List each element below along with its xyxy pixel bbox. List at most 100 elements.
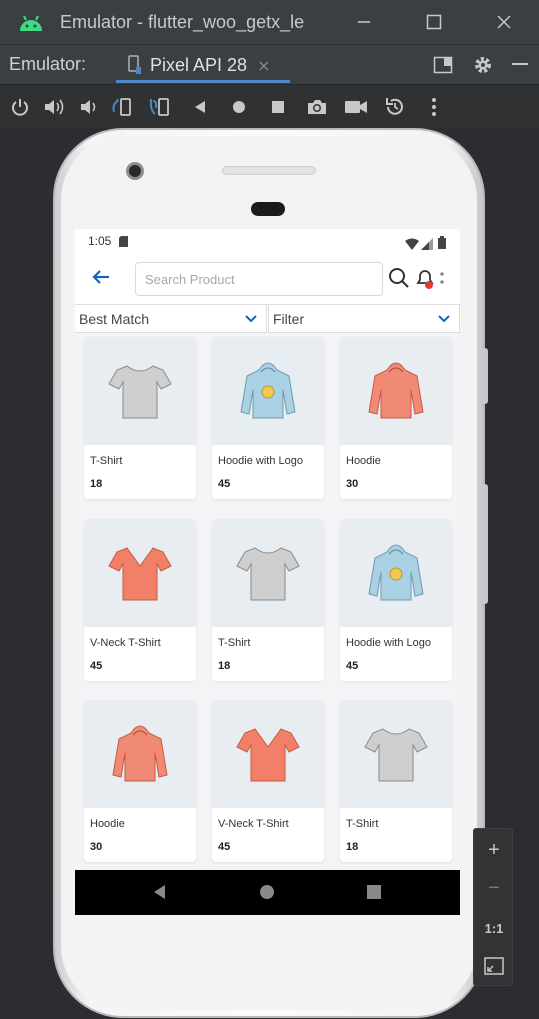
product-image xyxy=(340,337,452,445)
product-card[interactable]: T-Shirt 18 xyxy=(340,700,452,862)
android-logo-icon xyxy=(18,12,44,32)
back-arrow-icon[interactable] xyxy=(89,265,113,289)
wifi-icon xyxy=(405,235,419,254)
zoom-in-button[interactable]: + xyxy=(474,831,514,869)
chevron-down-icon xyxy=(244,312,258,326)
nav-home-icon[interactable] xyxy=(259,884,275,900)
device-icon xyxy=(126,55,142,79)
chevron-down-icon xyxy=(437,312,451,326)
product-price: 18 xyxy=(346,841,359,853)
back-icon[interactable] xyxy=(188,95,212,119)
signal-icon xyxy=(421,235,433,254)
search-input[interactable] xyxy=(135,262,383,296)
product-image xyxy=(212,519,324,627)
nav-overview-icon[interactable] xyxy=(366,884,382,900)
product-name: Hoodie with Logo xyxy=(218,455,304,467)
more-icon[interactable] xyxy=(422,95,446,119)
close-tab-icon[interactable]: × xyxy=(257,56,270,75)
overview-icon[interactable] xyxy=(266,95,290,119)
product-image xyxy=(212,337,324,445)
product-name: Hoodie xyxy=(346,455,381,467)
product-image xyxy=(84,700,196,808)
battery-icon xyxy=(438,234,446,253)
product-name: V-Neck T-Shirt xyxy=(90,637,161,649)
filter-label: Filter xyxy=(273,310,305,327)
nav-back-icon[interactable] xyxy=(152,884,168,900)
product-card[interactable]: Hoodie with Logo 45 xyxy=(212,337,324,499)
volume-down-icon[interactable] xyxy=(76,95,100,119)
emulator-label: Emulator: xyxy=(9,54,87,74)
window-title: Emulator - flutter_woo_getx_le xyxy=(60,11,305,32)
phone-screen: 1:05 Best Match Filter T-Shirt 18 Hoodie w… xyxy=(75,229,460,915)
zoom-out-button[interactable]: − xyxy=(474,869,514,907)
status-bar: 1:05 xyxy=(75,229,460,253)
layout-icon[interactable] xyxy=(433,55,453,79)
sort-label: Best Match xyxy=(79,310,150,327)
product-price: 45 xyxy=(346,660,359,672)
sort-dropdown[interactable]: Best Match xyxy=(75,305,267,333)
product-price: 30 xyxy=(346,478,359,490)
home-icon[interactable] xyxy=(227,95,251,119)
gear-icon[interactable] xyxy=(472,54,494,80)
product-card[interactable]: Hoodie with Logo 45 xyxy=(340,519,452,681)
emulator-tab-bar: Emulator: Pixel API 28 × xyxy=(0,44,539,84)
hide-icon[interactable] xyxy=(511,55,529,79)
product-name: T-Shirt xyxy=(218,637,251,649)
front-camera xyxy=(126,162,144,180)
product-name: V-Neck T-Shirt xyxy=(218,818,289,830)
product-grid: T-Shirt 18 Hoodie with Logo 45 Hoodie 30 V-Nec… xyxy=(75,333,460,873)
product-name: Hoodie with Logo xyxy=(346,637,432,649)
camera-icon[interactable] xyxy=(305,95,329,119)
title-bar: Emulator - flutter_woo_getx_le xyxy=(0,0,539,44)
search-icon[interactable] xyxy=(387,266,411,290)
product-name: T-Shirt xyxy=(90,455,123,467)
close-window-button[interactable] xyxy=(492,10,516,34)
side-button-volume xyxy=(482,484,488,604)
volume-up-icon[interactable] xyxy=(42,95,66,119)
emulator-toolbar xyxy=(0,84,539,128)
product-name: Hoodie xyxy=(90,818,125,830)
product-image xyxy=(340,700,452,808)
filter-dropdown[interactable]: Filter xyxy=(268,305,460,333)
tab-label: Pixel API 28 xyxy=(150,54,248,75)
product-price: 18 xyxy=(218,660,231,672)
minimize-button[interactable] xyxy=(352,10,376,34)
maximize-button[interactable] xyxy=(422,10,446,34)
product-price: 18 xyxy=(90,478,103,490)
app-bar xyxy=(75,253,460,304)
product-price: 45 xyxy=(90,660,103,672)
power-icon[interactable] xyxy=(8,95,32,119)
product-card[interactable]: T-Shirt 18 xyxy=(212,519,324,681)
product-card[interactable]: Hoodie 30 xyxy=(84,700,196,862)
zoom-actual-size-button[interactable]: 1:1 xyxy=(474,909,514,947)
rotate-left-icon[interactable] xyxy=(110,95,134,119)
filter-bar: Best Match Filter xyxy=(75,304,460,333)
zoom-fit-icon[interactable] xyxy=(474,947,514,985)
tab-pixel-api-28[interactable]: Pixel API 28 × xyxy=(116,45,290,85)
proximity-sensor xyxy=(251,202,285,216)
notification-bell-icon[interactable] xyxy=(413,266,437,290)
product-name: T-Shirt xyxy=(346,818,379,830)
tab-underline xyxy=(116,80,290,83)
overflow-menu-icon[interactable] xyxy=(437,266,447,290)
android-nav-bar xyxy=(75,870,460,915)
earpiece-speaker xyxy=(222,166,316,175)
product-price: 45 xyxy=(218,841,231,853)
product-image xyxy=(84,519,196,627)
product-price: 45 xyxy=(218,478,231,490)
product-card[interactable]: Hoodie 30 xyxy=(340,337,452,499)
snapshot-icon[interactable] xyxy=(383,95,407,119)
rotate-right-icon[interactable] xyxy=(148,95,172,119)
product-image xyxy=(340,519,452,627)
product-card[interactable]: T-Shirt 18 xyxy=(84,337,196,499)
zoom-panel: + − 1:1 xyxy=(473,828,513,986)
product-price: 30 xyxy=(90,841,103,853)
product-card[interactable]: V-Neck T-Shirt 45 xyxy=(212,700,324,862)
side-button-power xyxy=(482,348,488,404)
sd-card-icon xyxy=(119,232,129,251)
status-time: 1:05 xyxy=(88,234,112,248)
product-image xyxy=(212,700,324,808)
record-icon[interactable] xyxy=(344,95,368,119)
product-image xyxy=(84,337,196,445)
product-card[interactable]: V-Neck T-Shirt 45 xyxy=(84,519,196,681)
